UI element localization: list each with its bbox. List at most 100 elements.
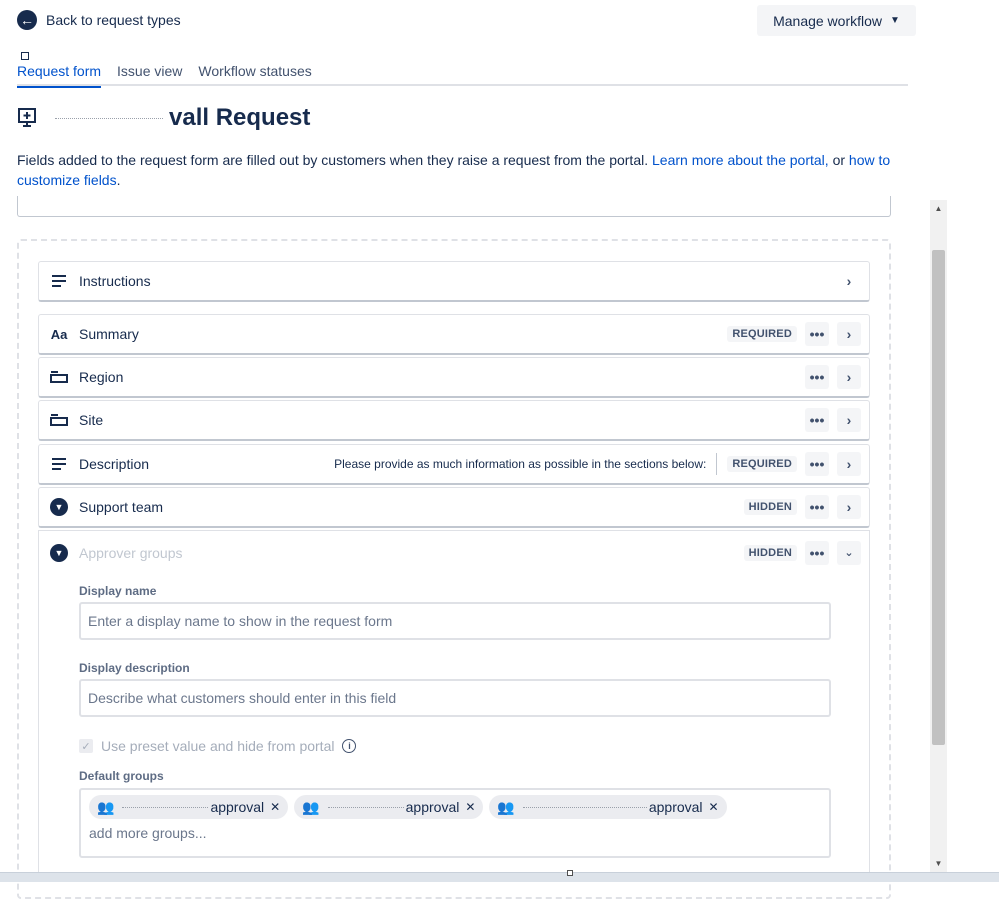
redacted-text (120, 800, 210, 814)
preset-value-checkbox-row: ✓ Use preset value and hide from portal … (79, 738, 357, 754)
scrollbar-thumb[interactable] (932, 250, 945, 745)
chevron-right-icon[interactable]: › (837, 452, 861, 476)
tab-workflow-statuses[interactable]: Workflow statuses (198, 60, 311, 86)
chevron-right-icon[interactable]: › (837, 365, 861, 389)
field-row-approver-groups[interactable]: ▼ Approver groups HIDDEN ••• ⌄ (39, 531, 869, 574)
row-actions: HIDDEN ••• › (743, 495, 869, 519)
people-icon: 👥 (497, 798, 515, 815)
field-row-support-team[interactable]: ▼ Support team HIDDEN ••• › (38, 487, 870, 528)
back-link-label: Back to request types (46, 12, 181, 28)
display-description-label: Display description (79, 661, 190, 675)
more-options-button[interactable]: ••• (805, 408, 829, 432)
more-options-button[interactable]: ••• (805, 365, 829, 389)
row-actions: ••• › (805, 408, 869, 432)
more-options-button[interactable]: ••• (805, 540, 829, 565)
field-label: Description (79, 456, 150, 472)
lines-icon (49, 454, 69, 474)
more-options-button[interactable]: ••• (805, 495, 829, 519)
remove-chip-icon[interactable]: ✕ (270, 800, 280, 814)
vertical-scrollbar[interactable]: ▲ ▼ (930, 200, 947, 872)
field-label: Approver groups (79, 544, 183, 561)
people-icon: 👥 (97, 798, 115, 815)
scroll-up-icon[interactable]: ▲ (930, 200, 947, 217)
dropdown-circle-icon: ▼ (50, 543, 68, 562)
status-badge: REQUIRED (727, 456, 797, 472)
description-text: Fields added to the request form are fil… (17, 152, 649, 168)
field-label: Instructions (79, 273, 151, 289)
remove-chip-icon[interactable]: ✕ (465, 800, 475, 814)
select-field-icon (49, 367, 69, 387)
add-more-groups-input[interactable]: add more groups... (89, 825, 821, 841)
field-label: Summary (79, 326, 139, 342)
chevron-right-icon[interactable]: › (837, 408, 861, 432)
page-title: vall Request (169, 104, 311, 131)
tab-issue-view[interactable]: Issue view (117, 60, 182, 86)
field-label: Support team (79, 499, 164, 515)
status-badge: HIDDEN (743, 544, 797, 561)
dropdown-circle-icon: ▼ (50, 498, 68, 516)
scroll-down-icon[interactable]: ▼ (930, 855, 947, 872)
field-row-site[interactable]: Site ••• › (38, 400, 870, 441)
description-or: or (832, 152, 846, 168)
preset-value-label: Use preset value and hide from portal (101, 738, 335, 754)
field-row-instructions[interactable]: Instructions › (38, 261, 870, 302)
more-options-button[interactable]: ••• (805, 452, 829, 476)
status-badge: HIDDEN (743, 499, 797, 515)
group-chip-label: approval (210, 799, 265, 815)
chevron-right-icon[interactable]: › (837, 269, 861, 293)
select-field-icon (49, 410, 69, 430)
row-actions: › (837, 269, 869, 293)
group-chip-list: 👥 approval ✕ 👥 approval ✕ 👥 approval ✕ (89, 795, 821, 819)
group-chip-label: approval (405, 799, 460, 815)
learn-more-portal-link[interactable]: Learn more about the portal, (652, 152, 829, 168)
title-redacted-area (51, 106, 171, 130)
focus-marker (21, 52, 29, 60)
lines-icon (49, 271, 69, 291)
chevron-down-icon[interactable]: ⌄ (837, 540, 861, 565)
arrow-left-icon: ← (17, 10, 37, 30)
manage-workflow-label: Manage workflow (773, 12, 883, 29)
chevron-right-icon[interactable]: › (837, 495, 861, 519)
dropdown-circle-icon-wrap: ▼ (49, 543, 69, 563)
field-row-region[interactable]: Region ••• › (38, 357, 870, 398)
resize-handle[interactable] (567, 870, 573, 876)
computer-plus-icon (18, 108, 36, 127)
text-aa-icon: Aa (50, 326, 68, 342)
info-icon[interactable]: i (342, 739, 357, 753)
redacted-text (326, 800, 406, 814)
manage-workflow-button[interactable]: Manage workflow ▼ (757, 5, 916, 36)
field-panel-approver-groups: ▼ Approver groups HIDDEN ••• ⌄ Display n… (38, 530, 870, 882)
display-description-input[interactable] (79, 679, 831, 717)
page-title-row: vall Request (17, 104, 310, 132)
tab-request-form[interactable]: Request form (17, 60, 102, 88)
field-label: Site (79, 412, 104, 428)
preset-value-checkbox[interactable]: ✓ (79, 739, 93, 753)
people-icon: 👥 (302, 798, 320, 815)
tab-bar: Request form Issue view Workflow statuse… (17, 60, 908, 88)
form-description: Fields added to the request form are fil… (17, 150, 897, 190)
redacted-text (521, 800, 649, 814)
default-groups-label: Default groups (79, 769, 164, 783)
more-options-button[interactable]: ••• (805, 322, 829, 346)
field-label: Region (79, 369, 124, 385)
chevron-right-icon[interactable]: › (837, 322, 861, 346)
display-name-input[interactable] (79, 602, 831, 640)
field-row-description[interactable]: Description Please provide as much infor… (38, 444, 870, 485)
row-actions: Please provide as much information as po… (334, 452, 869, 476)
display-name-label: Display name (79, 584, 157, 598)
window-bottom-edge (0, 872, 999, 882)
group-chip: 👥 approval ✕ (489, 795, 727, 819)
row-actions: ••• › (805, 365, 869, 389)
remove-chip-icon[interactable]: ✕ (709, 800, 719, 814)
row-actions: REQUIRED ••• › (727, 322, 869, 346)
chevron-down-icon: ▼ (890, 15, 900, 26)
group-chip: 👥 approval ✕ (294, 795, 484, 819)
field-hint: Please provide as much information as po… (334, 453, 718, 475)
description-period: . (116, 172, 121, 188)
field-row-summary[interactable]: Aa Summary REQUIRED ••• › (38, 314, 870, 355)
default-groups-picker[interactable]: 👥 approval ✕ 👥 approval ✕ 👥 approval ✕ a… (79, 788, 831, 858)
dropdown-circle-icon-wrap: ▼ (49, 497, 69, 517)
row-actions: HIDDEN ••• ⌄ (743, 540, 869, 565)
back-to-request-types-link[interactable]: ← Back to request types (17, 10, 181, 30)
group-chip-label: approval (648, 799, 703, 815)
